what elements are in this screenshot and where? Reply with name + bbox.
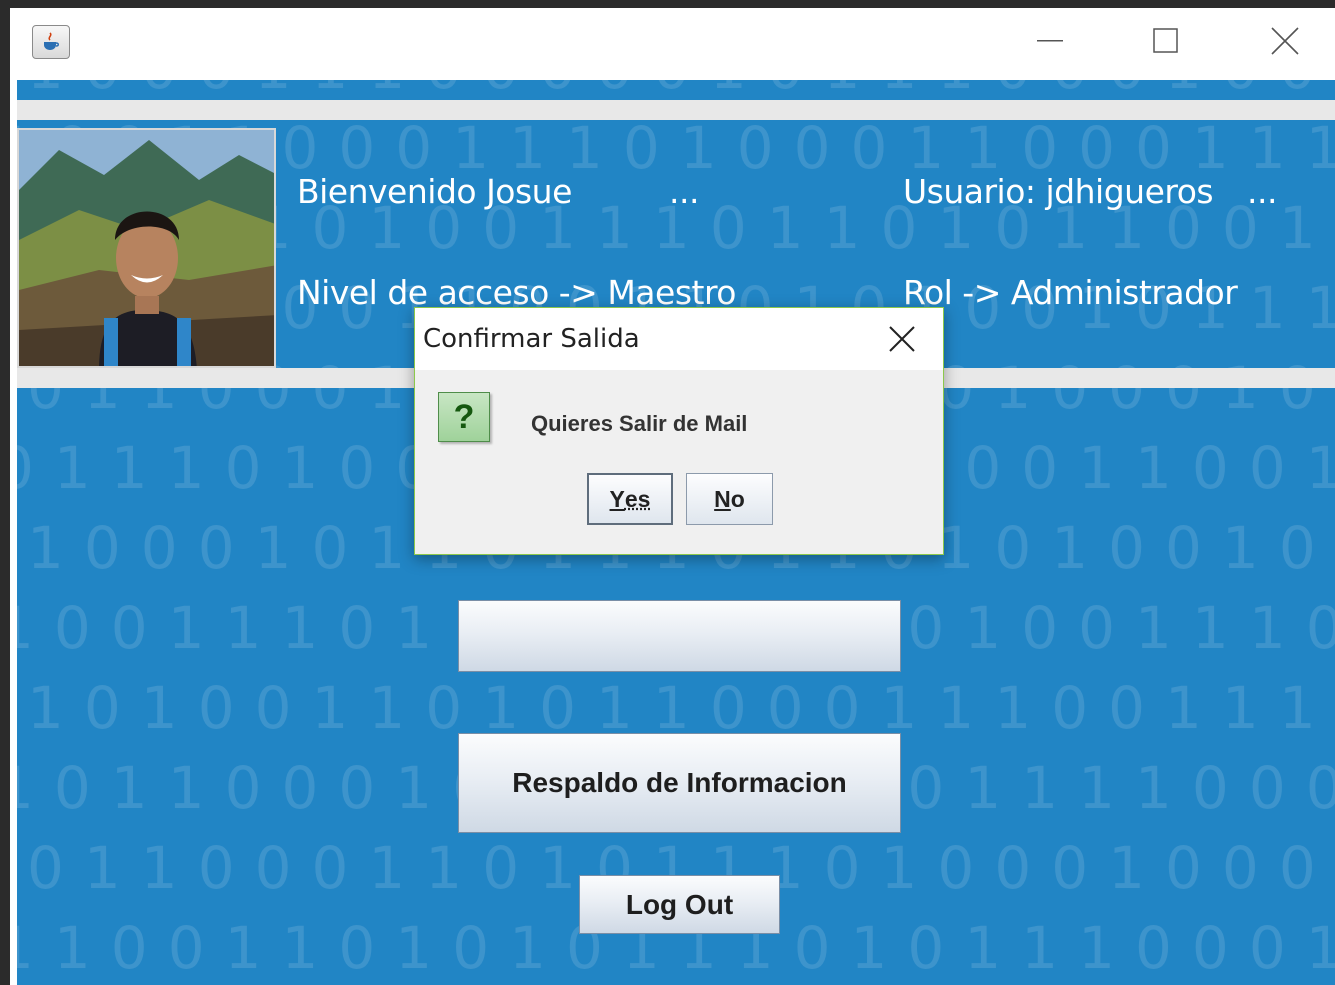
minimize-icon	[1037, 40, 1063, 42]
logout-button[interactable]: Log Out	[579, 875, 780, 934]
close-icon	[1271, 27, 1299, 55]
dialog-title-bar: Confirmar Salida	[415, 308, 943, 370]
minimize-button[interactable]	[1020, 18, 1080, 64]
no-button[interactable]: No	[686, 473, 773, 525]
confirm-exit-dialog: Confirmar Salida ? Quieres Salir de Mail…	[414, 307, 944, 555]
dialog-title: Confirmar Salida	[423, 324, 640, 354]
java-app-icon[interactable]	[32, 25, 70, 59]
svg-text:1000111000001011100010011000: 1000111000001011100010011000	[27, 80, 1335, 102]
yes-mnemonic: Y	[609, 485, 625, 512]
welcome-label: Bienvenido Josue	[297, 172, 572, 211]
role-label: Rol -> Administrador	[903, 273, 1238, 312]
yes-label: es	[624, 485, 651, 512]
question-icon: ?	[438, 392, 490, 442]
username-ellipsis: ...	[1247, 172, 1277, 211]
username-label: Usuario: jdhigueros	[903, 172, 1214, 211]
yes-button[interactable]: Yes	[587, 473, 673, 525]
separator-band	[17, 100, 1335, 120]
welcome-ellipsis: ...	[669, 172, 699, 211]
close-icon	[889, 326, 915, 352]
backup-button[interactable]: Respaldo de Informacion	[458, 733, 901, 833]
no-label: o	[730, 485, 745, 512]
maximize-button[interactable]	[1136, 18, 1196, 64]
no-mnemonic: N	[714, 485, 731, 512]
maximize-icon	[1153, 28, 1178, 53]
hidden-menu-button[interactable]	[458, 600, 901, 672]
close-window-button[interactable]	[1255, 18, 1315, 64]
dialog-close-button[interactable]	[877, 316, 927, 362]
profile-photo	[17, 128, 276, 368]
title-bar	[10, 8, 1335, 78]
dialog-message: Quieres Salir de Mail	[531, 411, 748, 436]
svg-text:1010011010110001110011101100: 1010011010110001110011101100	[27, 674, 1335, 742]
app-window: 1000111000001011100010011000100110001110…	[10, 8, 1335, 985]
